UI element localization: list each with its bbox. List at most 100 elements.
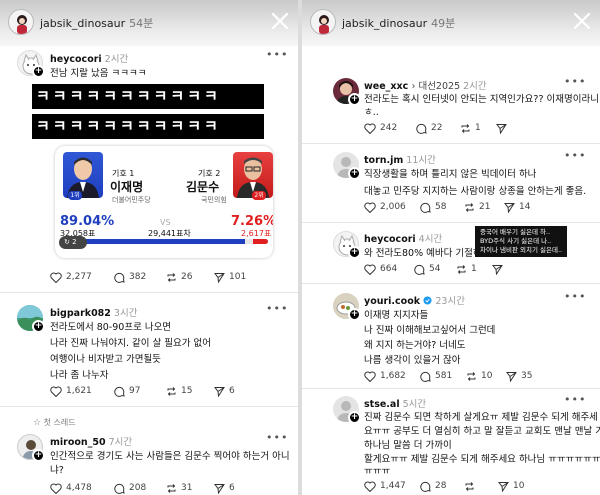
post-username[interactable]: heycocori 4시간 — [364, 231, 442, 245]
share-button[interactable]: 35 — [506, 371, 532, 382]
repost-button[interactable]: 15 — [166, 386, 214, 397]
follow-plus-icon[interactable]: + — [32, 449, 45, 462]
post-username[interactable]: youri.cook 23시간 — [364, 293, 465, 307]
repost-icon — [167, 386, 176, 396]
avatar[interactable]: + — [333, 231, 361, 259]
more-icon[interactable]: ••• — [564, 75, 586, 88]
more-icon[interactable]: ••• — [266, 431, 288, 444]
send-icon — [492, 264, 503, 275]
heart-icon — [364, 371, 376, 382]
story-avatar[interactable] — [310, 9, 336, 35]
repost-button[interactable]: 10 — [466, 371, 506, 382]
action-bar: 1,621 97 15 6 — [50, 384, 235, 398]
comment-button[interactable]: 208 — [114, 483, 166, 494]
post-text-highlight: ㅋㅋㅋㅋㅋㅋㅋㅋㅋㅋㅋ — [32, 84, 264, 109]
avatar[interactable]: + — [333, 78, 361, 106]
more-icon[interactable]: ••• — [564, 393, 586, 406]
action-bar: 2,006 58 21 14 — [364, 200, 530, 214]
repost-button[interactable]: 26 — [166, 272, 214, 283]
like-button[interactable]: 1,682 — [364, 371, 420, 382]
action-bar: 1,682 581 10 35 — [364, 369, 532, 383]
follow-plus-icon[interactable]: + — [348, 246, 361, 259]
close-icon[interactable] — [572, 11, 592, 31]
like-button[interactable]: 1,621 — [50, 386, 114, 397]
follow-plus-icon[interactable]: + — [348, 167, 361, 180]
avatar[interactable]: + — [17, 434, 45, 462]
post-text: 여행이나 비자받고 가면될듯 — [50, 354, 161, 365]
repost-button[interactable]: 1 — [460, 123, 496, 134]
repost-button[interactable]: 21 — [464, 202, 504, 213]
repost-icon — [461, 123, 470, 133]
share-button[interactable]: 14 — [504, 202, 530, 213]
like-button[interactable]: 4,478 — [50, 483, 114, 494]
heart-icon — [364, 481, 376, 492]
follow-plus-icon[interactable]: + — [32, 65, 45, 78]
divider — [302, 283, 600, 284]
election-result-card[interactable]: 1위 기호 1 이재명 더불어민주당 2위 기호 2 김문수 국민의힘 89.0… — [55, 146, 273, 258]
post-username[interactable]: miroon_50 7시간 — [50, 434, 132, 448]
like-button[interactable]: 1,447 — [364, 481, 420, 492]
comment-icon — [420, 202, 431, 213]
follow-plus-icon[interactable]: + — [348, 308, 361, 321]
repost-button[interactable] — [464, 481, 498, 492]
post-text: 이재명 지지자들 — [364, 310, 429, 321]
avatar[interactable]: + — [17, 305, 45, 333]
avatar[interactable]: + — [333, 396, 361, 424]
more-icon[interactable]: ••• — [266, 48, 288, 61]
comment-icon — [114, 483, 125, 494]
more-icon[interactable]: ••• — [266, 302, 288, 315]
post-username[interactable]: stse.al 5시간 — [364, 396, 426, 410]
comment-button[interactable]: 382 — [114, 272, 166, 283]
share-button[interactable]: 6 — [214, 386, 235, 397]
post-text: 나라 좀 나누자 — [50, 370, 109, 381]
follow-plus-icon[interactable]: + — [348, 411, 361, 424]
divider — [0, 292, 298, 293]
candidate-2-bar — [252, 239, 268, 244]
avatar[interactable]: + — [333, 152, 361, 180]
comment-button[interactable]: 54 — [414, 264, 456, 275]
action-bar: 242 22 1 — [364, 121, 511, 135]
story-username[interactable]: jabsik_dinosaur 54분 — [40, 15, 153, 31]
comment-button[interactable]: 97 — [114, 386, 166, 397]
comment-icon — [420, 371, 431, 382]
left-story-panel: jabsik_dinosaur 54분 + heycocori 2시간 ••• 전남… — [0, 0, 298, 495]
share-button[interactable] — [492, 264, 507, 275]
avatar[interactable]: + — [333, 293, 361, 321]
like-button[interactable]: 242 — [364, 123, 416, 134]
follow-plus-icon[interactable]: + — [348, 93, 361, 106]
image-count-chip[interactable]: ↻ 2 — [59, 236, 87, 249]
share-button[interactable]: 10 — [498, 481, 524, 492]
post-username[interactable]: heycocori 2시간 — [50, 51, 128, 65]
candidate-1-name: 이재명 — [110, 180, 144, 194]
repost-button[interactable]: 31 — [166, 483, 214, 494]
heart-icon — [50, 386, 62, 397]
share-button[interactable] — [496, 123, 511, 134]
thread-label: ☆ 첫 스레드 — [33, 418, 76, 428]
post-username[interactable]: torn.jm 11시간 — [364, 152, 436, 166]
repost-icon — [167, 272, 176, 282]
like-button[interactable]: 664 — [364, 264, 414, 275]
comment-icon — [420, 481, 431, 492]
comment-button[interactable]: 581 — [420, 371, 466, 382]
comment-button[interactable]: 28 — [420, 481, 464, 492]
share-button[interactable]: 101 — [214, 272, 246, 283]
share-button[interactable]: 6 — [214, 483, 235, 494]
post-text-highlight: ㅋㅋㅋㅋㅋㅋㅋㅋㅋㅋㅋ — [32, 114, 264, 139]
heart-icon — [364, 202, 376, 213]
post-text: 나 진짜 이해해보고싶어서 그런데 — [364, 325, 496, 336]
like-button[interactable]: 2,277 — [50, 272, 114, 283]
post-username[interactable]: wee_xxc › 대선2025 2시간 — [364, 78, 487, 92]
follow-plus-icon[interactable]: + — [32, 320, 45, 333]
post-username[interactable]: bigpark082 3시간 — [50, 305, 137, 319]
more-icon[interactable]: ••• — [564, 290, 586, 303]
story-avatar[interactable] — [8, 9, 34, 35]
post-text: 대놓고 민주당 지지하는 사람이랑 상종을 안하는게 좋음. — [364, 186, 587, 197]
comment-button[interactable]: 22 — [416, 123, 460, 134]
story-username[interactable]: jabsik_dinosaur 49분 — [342, 15, 455, 31]
more-icon[interactable]: ••• — [564, 149, 586, 162]
comment-button[interactable]: 58 — [420, 202, 464, 213]
repost-button[interactable]: 1 — [456, 264, 492, 275]
avatar[interactable]: + — [17, 50, 45, 78]
close-icon[interactable] — [270, 11, 290, 31]
like-button[interactable]: 2,006 — [364, 202, 420, 213]
